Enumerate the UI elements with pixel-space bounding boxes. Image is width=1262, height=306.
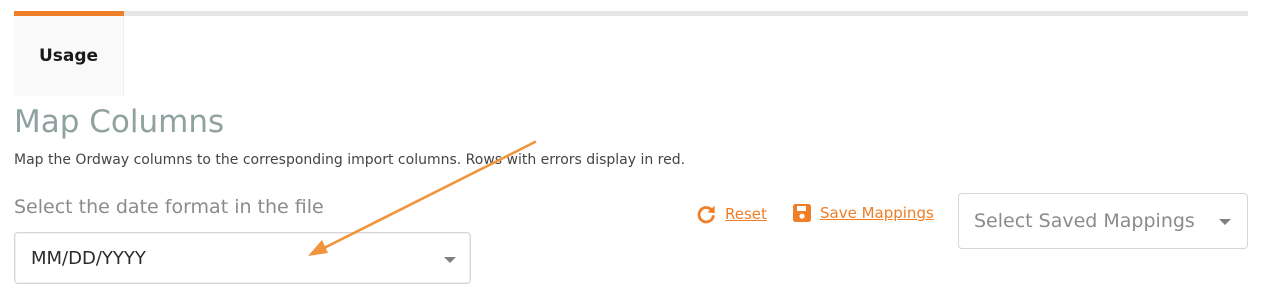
date-format-select[interactable]: MM/DD/YYYY: [14, 232, 471, 284]
tab-usage-label: Usage: [38, 46, 99, 66]
reset-label: Reset: [725, 205, 767, 223]
refresh-icon: [697, 205, 715, 224]
save-mappings-label: Save Mappings: [820, 204, 934, 222]
chevron-down-icon: [1219, 219, 1231, 225]
chevron-down-icon: [444, 257, 456, 263]
save-mappings-button[interactable]: Save Mappings: [792, 203, 934, 223]
date-format-value: MM/DD/YYYY: [31, 248, 146, 269]
saved-mappings-select[interactable]: Select Saved Mappings: [958, 193, 1248, 249]
floppy-disk-icon: [793, 204, 811, 222]
page-subtitle: Map the Ordway columns to the correspond…: [14, 152, 686, 168]
tab-strip: [14, 11, 1248, 16]
saved-mappings-placeholder: Select Saved Mappings: [974, 210, 1195, 232]
date-format-label: Select the date format in the file: [14, 196, 324, 218]
reset-button[interactable]: Reset: [695, 203, 767, 225]
page-title: Map Columns: [14, 104, 225, 140]
tab-usage[interactable]: Usage: [14, 16, 124, 96]
map-columns-page: Usage Map Columns Map the Ordway columns…: [0, 0, 1262, 306]
